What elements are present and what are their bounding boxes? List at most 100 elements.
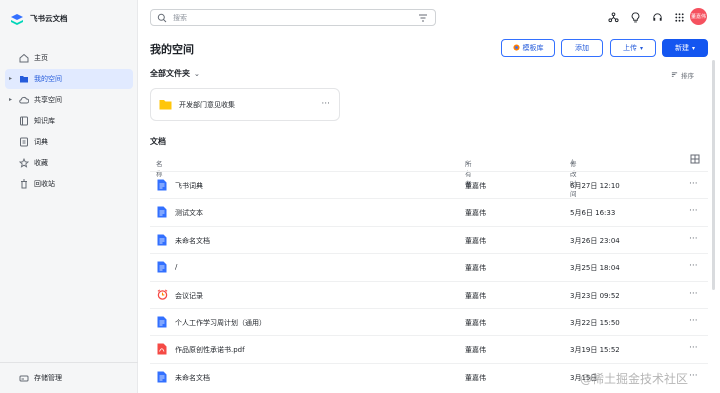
sidebar-item-shared-space[interactable]: ▸ 共享空间 [5,90,133,110]
document-list: 飞书词典 董嘉伟 6月27日 12:10 ··· 测试文本 董嘉伟 5月6日 16:33 ··… [150,171,708,390]
brand-name: 飞书云文档 [30,13,68,23]
template-icon [512,43,520,53]
table-row[interactable]: 未命名文档 董嘉伟 3月26日 23:04 ··· [150,225,708,253]
more-options-icon[interactable]: ··· [689,234,698,244]
sidebar-item-favorites[interactable]: 收藏 [5,153,133,173]
folder-card[interactable]: 开发部门意见收集 ··· [150,88,340,121]
more-options-icon[interactable]: ··· [689,316,698,326]
sidebar-item-dictionary[interactable]: 词典 [5,132,133,152]
chevron-down-icon: ⌄ [465,158,471,166]
home-icon [19,53,29,63]
doc-file-icon [157,316,167,328]
search-icon [157,13,167,23]
more-options-icon[interactable]: ··· [689,179,698,189]
template-library-label: 模板库 [522,44,544,52]
document-owner: 董嘉伟 [465,209,486,218]
caret-right-icon[interactable]: ▸ [9,96,12,103]
cloud-icon [19,95,29,105]
sidebar-item-label: 收藏 [34,159,48,167]
sidebar-item-label: 我的空间 [34,75,62,83]
headset-icon[interactable] [650,10,664,24]
document-name[interactable]: 测试文本 [175,208,203,218]
storage-management-button[interactable]: 存储管理 [5,368,133,388]
storage-label: 存储管理 [34,374,62,382]
document-modified-time: 3月26日 23:04 [570,236,620,245]
new-button[interactable]: 新建 ▾ [662,39,708,57]
chevron-down-icon: ▾ [639,44,643,52]
dictionary-icon [19,137,29,147]
table-header: 名称 ⌄ 所有者 ⌄ 修改时间 ↓ [150,152,708,198]
share-network-icon[interactable] [606,10,620,24]
new-label: 新建 [674,44,689,52]
star-icon [19,158,29,168]
upload-label: 上传 [622,44,637,52]
page-title: 我的空间 [150,43,194,56]
add-button[interactable]: 添加 [561,39,603,57]
sidebar-item-my-space[interactable]: ▸ 我的空间 [5,69,133,89]
document-name[interactable]: 作品原创性承诺书.pdf [175,345,245,355]
document-owner: 董嘉伟 [465,318,486,327]
table-row[interactable]: 飞书词典 董嘉伟 6月27日 12:10 ··· [150,171,708,198]
table-row[interactable]: 个人工作学习周计划（通用） 董嘉伟 3月22日 15:50 ··· [150,307,708,335]
top-toolbar [606,10,686,24]
table-row[interactable]: 作品原创性承诺书.pdf 董嘉伟 3月19日 15:52 ··· [150,335,708,362]
storage-icon [19,373,29,383]
doc-file-icon [157,234,167,246]
document-name[interactable]: 个人工作学习周计划（通用） [175,318,266,328]
table-row[interactable]: 测试文本 董嘉伟 5月6日 16:33 ··· [150,198,708,225]
sidebar-item-label: 共享空间 [34,96,62,104]
document-name[interactable]: 会议记录 [175,291,203,301]
avatar[interactable]: 董嘉伟 [690,8,707,25]
more-options-icon[interactable]: ··· [321,99,330,109]
sidebar-item-label: 回收站 [34,180,55,188]
table-row[interactable]: 会议记录 董嘉伟 3月23日 09:52 ··· [150,280,708,308]
brand[interactable]: 飞书云文档 [10,10,68,26]
document-owner: 董嘉伟 [465,264,486,273]
more-options-icon[interactable]: ··· [689,289,698,299]
document-owner: 董嘉伟 [465,373,486,382]
caret-right-icon[interactable]: ▸ [9,75,12,82]
sidebar-divider [0,362,138,363]
pdf-file-icon [157,343,167,355]
chevron-down-icon: ▾ [691,44,695,52]
sidebar-item-trash[interactable]: 回收站 [5,174,133,194]
document-modified-time: 3月19日 15:52 [570,346,620,355]
upload-button[interactable]: 上传 ▾ [610,39,656,57]
more-options-icon[interactable]: ··· [689,343,698,353]
all-folders-toggle[interactable]: 全部文件夹 ⌄ [150,68,200,79]
table-row[interactable]: / 董嘉伟 3月25日 18:04 ··· [150,253,708,280]
arrow-down-icon: ↓ [570,158,576,166]
folder-icon [19,74,29,84]
doc-file-icon [157,371,167,383]
sort-button[interactable]: 排序 [671,70,694,80]
documents-section-title: 文档 [150,136,166,147]
watermark: @稀土掘金技术社区 [580,372,689,386]
sidebar-item-knowledge-base[interactable]: 知识库 [5,111,133,131]
filter-icon[interactable] [418,13,428,23]
more-options-icon[interactable]: ··· [689,206,698,216]
document-name[interactable]: 未命名文档 [175,236,210,246]
more-options-icon[interactable]: ··· [689,371,698,381]
lightbulb-icon[interactable] [628,10,642,24]
book-icon [19,116,29,126]
scrollbar[interactable] [712,60,715,290]
more-options-icon[interactable]: ··· [689,261,698,271]
chevron-down-icon: ⌄ [156,158,162,166]
apps-grid-icon[interactable] [672,10,686,24]
document-owner: 董嘉伟 [465,346,486,355]
document-name[interactable]: 未命名文档 [175,373,210,383]
feishu-docs-logo-icon [10,11,24,25]
sidebar-item-home[interactable]: 主页 [5,48,133,68]
sidebar-nav: 主页 ▸ 我的空间 ▸ 共享空间 知识库 词典 收藏 回收站 [0,48,138,195]
search-box[interactable] [150,9,436,26]
document-name[interactable]: 飞书词典 [175,181,203,191]
sidebar-item-label: 词典 [34,138,48,146]
search-input[interactable] [173,13,403,22]
document-name[interactable]: / [175,263,177,271]
add-label: 添加 [575,44,589,52]
grid-view-icon[interactable] [690,154,700,164]
document-modified-time: 3月25日 18:04 [570,264,620,273]
doc-file-icon [157,206,167,218]
template-library-button[interactable]: 模板库 [501,39,555,57]
document-modified-time: 5月6日 16:33 [570,209,616,218]
